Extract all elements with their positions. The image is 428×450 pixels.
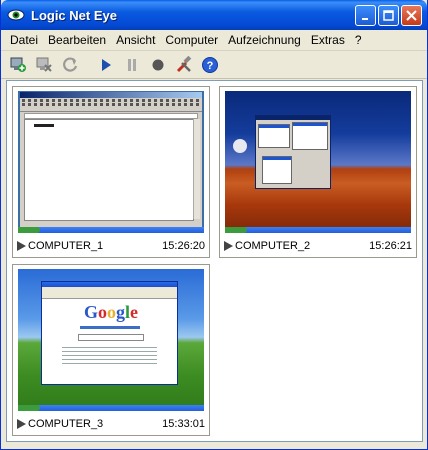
toolbar: ? <box>1 51 427 79</box>
maximize-button[interactable] <box>378 5 399 26</box>
computer-tile-1[interactable]: COMPUTER_1 15:26:20 <box>12 86 210 258</box>
menu-datei[interactable]: Datei <box>5 33 43 47</box>
play-indicator-icon <box>17 241 26 251</box>
minimize-button[interactable] <box>355 5 376 26</box>
tools-button[interactable] <box>173 54 195 76</box>
refresh-icon <box>63 56 78 72</box>
window-title: Logic Net Eye <box>31 7 117 23</box>
screens-panel: COMPUTER_1 15:26:20 COMPUTER_2 15:26:21 <box>6 80 423 442</box>
play-indicator-icon <box>224 241 233 251</box>
add-computer-icon <box>10 57 26 72</box>
play-button[interactable] <box>95 54 117 76</box>
menu-computer[interactable]: Computer <box>160 33 223 47</box>
screen-thumbnail[interactable]: Google <box>18 269 204 411</box>
maximize-icon <box>383 10 394 21</box>
screen-thumbnail[interactable] <box>18 91 204 233</box>
play-indicator-icon <box>17 419 26 429</box>
minimize-icon <box>361 17 368 20</box>
computer-tile-3[interactable]: Google COMPUTER_3 15:33:01 <box>12 264 210 436</box>
record-icon <box>152 59 164 70</box>
refresh-button[interactable] <box>59 54 81 76</box>
title-bar[interactable]: Logic Net Eye <box>1 0 427 30</box>
menu-help[interactable]: ? <box>350 33 367 47</box>
timestamp: 15:26:20 <box>162 240 205 252</box>
app-window: Logic Net Eye Datei Bearbeiten Ansicht C… <box>0 0 428 450</box>
timestamp: 15:26:21 <box>369 240 412 252</box>
help-button[interactable]: ? <box>199 54 221 76</box>
play-icon <box>102 58 111 71</box>
menu-extras[interactable]: Extras <box>306 33 350 47</box>
menu-aufzeichnung[interactable]: Aufzeichnung <box>223 33 306 47</box>
remove-computer-button[interactable] <box>33 54 55 76</box>
eye-icon <box>7 9 25 21</box>
record-button[interactable] <box>147 54 169 76</box>
timestamp: 15:33:01 <box>162 418 205 430</box>
computer-name: COMPUTER_2 <box>235 240 311 252</box>
help-icon: ? <box>202 56 218 73</box>
add-computer-button[interactable] <box>7 54 29 76</box>
menu-ansicht[interactable]: Ansicht <box>111 33 160 47</box>
pause-button[interactable] <box>121 54 143 76</box>
pause-icon <box>128 58 136 71</box>
computer-tile-2[interactable]: COMPUTER_2 15:26:21 <box>219 86 417 258</box>
screen-thumbnail[interactable] <box>225 91 411 233</box>
menu-bearbeiten[interactable]: Bearbeiten <box>43 33 111 47</box>
menu-bar: Datei Bearbeiten Ansicht Computer Aufzei… <box>1 30 427 51</box>
computer-name: COMPUTER_3 <box>28 418 104 430</box>
google-logo: Google <box>84 302 139 322</box>
tools-icon <box>176 55 192 72</box>
svg-text:?: ? <box>207 60 214 72</box>
close-icon <box>406 10 417 21</box>
computer-name: COMPUTER_1 <box>28 240 104 252</box>
close-button[interactable] <box>401 5 422 26</box>
remove-computer-icon <box>36 57 52 72</box>
